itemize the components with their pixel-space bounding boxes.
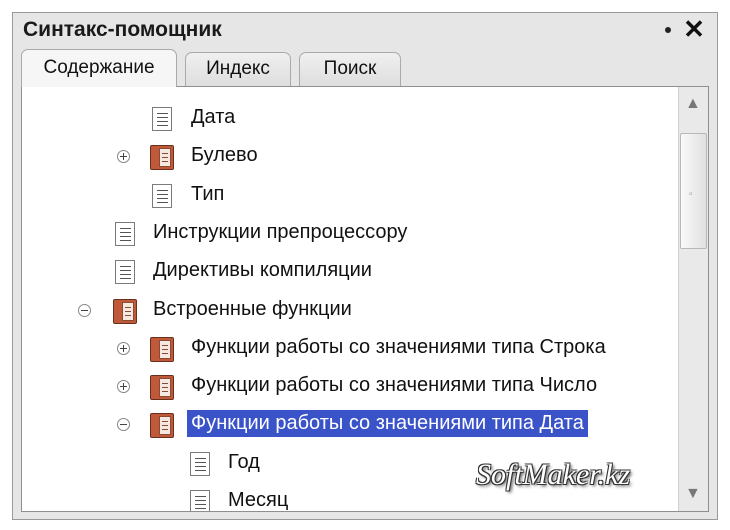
tree-item[interactable]: Тип bbox=[22, 178, 677, 216]
tree-item-label: Инструкции препроцессору bbox=[153, 220, 408, 243]
tab-label: Индекс bbox=[206, 58, 270, 79]
tree-item-label: Месяц bbox=[228, 489, 289, 511]
scroll-up-arrow-icon[interactable]: ▲ bbox=[685, 95, 701, 113]
grip-icon: ▫ bbox=[689, 189, 693, 200]
tree-item-label: Функции работы со значениями типа Дата bbox=[187, 410, 588, 438]
book-icon bbox=[150, 413, 174, 439]
book-icon bbox=[150, 336, 174, 362]
tree-item[interactable]: Булево bbox=[22, 139, 677, 177]
contents-tree-panel: Дата Булево Тип Инструкции препроцессору Дир… bbox=[21, 86, 709, 512]
tree-item[interactable]: Встроенные функции bbox=[22, 293, 677, 331]
tree-item-label: Дата bbox=[191, 106, 236, 128]
collapse-icon[interactable] bbox=[117, 418, 130, 432]
expand-icon[interactable] bbox=[117, 150, 130, 164]
book-icon bbox=[150, 375, 174, 401]
tree-item[interactable]: Функции работы со значениями типа Строка bbox=[22, 331, 677, 369]
tree-item[interactable]: Дата bbox=[22, 101, 677, 139]
tree-item[interactable]: Инструкции препроцессору bbox=[22, 216, 677, 254]
tab-contents[interactable]: Содержание bbox=[21, 49, 177, 87]
window-title: Синтакс-помощник bbox=[23, 18, 222, 41]
tree-item-label: Встроенные функции bbox=[153, 297, 352, 320]
tree-item-label: Булево bbox=[191, 144, 258, 167]
watermark: SoftMaker.kz bbox=[476, 458, 631, 491]
book-icon bbox=[150, 145, 174, 171]
tab-index[interactable]: Индекс bbox=[185, 52, 291, 86]
tab-search[interactable]: Поиск bbox=[299, 52, 401, 86]
tree-item-label: Директивы компиляции bbox=[153, 259, 372, 282]
book-icon bbox=[113, 298, 137, 324]
tree-item[interactable]: Функции работы со значениями типа Дата bbox=[22, 407, 677, 445]
tree-item[interactable]: Директивы компиляции bbox=[22, 254, 677, 292]
tree-item[interactable]: Функции работы со значениями типа Число bbox=[22, 369, 677, 407]
tree-item-label: Функции работы со значениями типа Число bbox=[191, 374, 598, 397]
page-icon bbox=[152, 183, 172, 208]
close-button[interactable]: ✕ bbox=[679, 14, 709, 44]
scrollbar-thumb[interactable]: ▫ bbox=[680, 133, 707, 249]
collapse-icon[interactable] bbox=[78, 303, 91, 317]
expand-icon[interactable] bbox=[117, 380, 130, 394]
tab-label: Содержание bbox=[43, 57, 155, 78]
syntax-helper-window: Синтакс-помощник ✕ Содержание Индекс Пои… bbox=[12, 12, 718, 520]
tree-item-label: Год bbox=[228, 450, 260, 473]
scroll-down-arrow-icon[interactable]: ▼ bbox=[685, 485, 701, 503]
tree-item-label: Тип bbox=[191, 182, 225, 205]
expand-icon[interactable] bbox=[117, 341, 130, 355]
page-icon bbox=[152, 107, 172, 131]
page-icon bbox=[115, 260, 135, 285]
page-icon bbox=[190, 451, 210, 476]
title-bar[interactable]: Синтакс-помощник ✕ bbox=[13, 13, 717, 47]
page-icon bbox=[115, 221, 135, 246]
menu-dot-icon[interactable] bbox=[665, 27, 671, 33]
page-icon bbox=[190, 490, 210, 511]
tree-item-label: Функции работы со значениями типа Строка bbox=[191, 335, 606, 358]
vertical-scrollbar[interactable]: ▲ ▫ ▼ bbox=[678, 87, 708, 511]
tab-label: Поиск bbox=[323, 58, 377, 79]
